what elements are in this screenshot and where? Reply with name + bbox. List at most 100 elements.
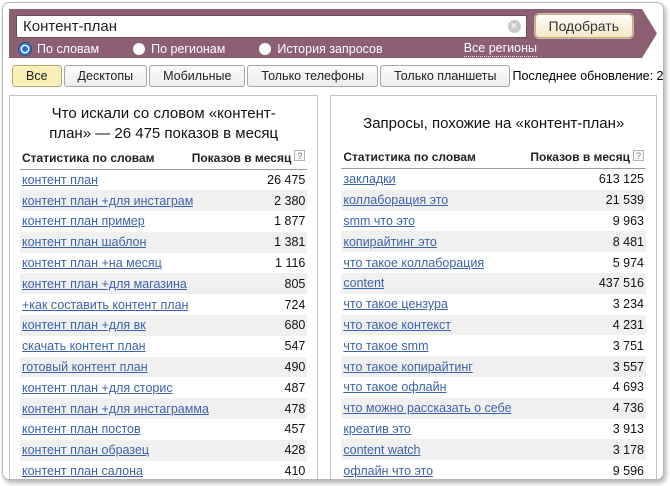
keyword-link[interactable]: креатив это bbox=[343, 422, 411, 436]
keyword-link[interactable]: что такое офлайн bbox=[343, 380, 446, 394]
impressions-value: 613 125 bbox=[591, 172, 644, 186]
table-row: что такое офлайн4 693 bbox=[341, 377, 646, 398]
all-regions-link[interactable]: Все регионы bbox=[464, 41, 537, 57]
keyword-link[interactable]: закладки bbox=[343, 172, 395, 186]
table-row: контент план +для магазина 805 bbox=[20, 273, 307, 294]
keyword-link[interactable]: контент план шаблон bbox=[22, 235, 146, 249]
table-row: готовый контент план490 bbox=[20, 357, 307, 378]
table-row: контент план шаблон1 381 bbox=[20, 232, 307, 253]
table-row: контент план салона 410 bbox=[20, 461, 307, 480]
submit-button[interactable]: Подобрать bbox=[535, 14, 634, 38]
keyword-link[interactable]: контент план +на месяц bbox=[22, 256, 162, 270]
impressions-value: 410 bbox=[277, 464, 306, 478]
impressions-value: 3 557 bbox=[605, 360, 644, 374]
impressions-value: 724 bbox=[277, 298, 306, 312]
table-row: контент план +для инстаграмма 478 bbox=[20, 398, 307, 419]
impressions-value: 9 963 bbox=[605, 214, 644, 228]
table-row: контент план +для инстаграм2 380 bbox=[20, 190, 307, 211]
keyword-link[interactable]: что такое коллаборация bbox=[343, 256, 484, 270]
help-icon[interactable]: ? bbox=[633, 150, 644, 161]
tab-мобильные[interactable]: Мобильные bbox=[149, 65, 245, 87]
keyword-link[interactable]: content watch bbox=[343, 443, 420, 457]
search-modes: По словам По регионам История запросов Все … bbox=[16, 41, 633, 57]
tab-все[interactable]: Все bbox=[12, 65, 62, 87]
radio-icon[interactable] bbox=[259, 43, 271, 55]
impressions-value: 4 736 bbox=[605, 401, 644, 415]
keyword-link[interactable]: +как составить контент план bbox=[22, 298, 188, 312]
panel-title: Что искали со словом «контент-план» — 26… bbox=[20, 102, 307, 149]
table-row: контент план пример 1 877 bbox=[20, 211, 307, 232]
panel-searched-with-word: Что искали со словом «контент-план» — 26… bbox=[9, 95, 318, 480]
keyword-link[interactable]: что можно рассказать о себе bbox=[343, 401, 511, 415]
keyword-link[interactable]: что такое smm bbox=[343, 339, 428, 353]
keyword-link[interactable]: контент план пример bbox=[22, 214, 145, 228]
keyword-link[interactable]: smm что это bbox=[343, 214, 415, 228]
table-row: что такое коллаборация 5 974 bbox=[341, 252, 646, 273]
tab-десктопы[interactable]: Десктопы bbox=[64, 65, 148, 87]
keyword-link[interactable]: копирайтинг это bbox=[343, 235, 436, 249]
table-row: контент план образец428 bbox=[20, 440, 307, 461]
table-row: креатив это 3 913 bbox=[341, 419, 646, 440]
mode-radio-0[interactable]: По словам bbox=[19, 42, 99, 56]
impressions-value: 437 516 bbox=[591, 276, 644, 290]
mode-radio-2[interactable]: История запросов bbox=[259, 42, 382, 56]
impressions-value: 3 178 bbox=[605, 443, 644, 457]
mode-label: По регионам bbox=[151, 42, 225, 56]
table-header: Статистика по словам Показов в месяц ? bbox=[20, 149, 307, 170]
table-row: что такое контекст 4 231 bbox=[341, 315, 646, 336]
keyword-link[interactable]: коллаборация это bbox=[343, 193, 448, 207]
keyword-link[interactable]: контент план +для магазина bbox=[22, 277, 187, 291]
table-row: закладки 613 125 bbox=[341, 169, 646, 190]
search-header-bar: ✕ Подобрать По словам По регионам История … bbox=[9, 9, 657, 58]
mode-radio-1[interactable]: По регионам bbox=[133, 42, 225, 56]
keyword-link[interactable]: скачать контент план bbox=[22, 339, 146, 353]
keyword-link[interactable]: контент план +для инстаграм bbox=[22, 194, 193, 208]
help-icon[interactable]: ? bbox=[294, 150, 305, 161]
impressions-value: 680 bbox=[277, 318, 306, 332]
impressions-value: 5 974 bbox=[605, 256, 644, 270]
keyword-link[interactable]: что такое копирайтинг bbox=[343, 360, 472, 374]
keyword-table: закладки613 125коллаборация это21 539smm… bbox=[341, 169, 646, 480]
keyword-link[interactable]: офлайн что это bbox=[343, 464, 433, 478]
table-row: smm что это 9 963 bbox=[341, 211, 646, 232]
keyword-link[interactable]: контент план образец bbox=[22, 443, 149, 457]
keyword-link[interactable]: контент план +для инстаграмма bbox=[22, 402, 209, 416]
last-update-text: Последнее обновление: 26.05.2022 bbox=[512, 69, 664, 83]
tab-только-планшеты[interactable]: Только планшеты bbox=[380, 65, 510, 87]
radio-icon[interactable] bbox=[133, 43, 145, 55]
keyword-link[interactable]: контент план +для сторис bbox=[22, 381, 173, 395]
table-row: контент план +для вк 680 bbox=[20, 315, 307, 336]
impressions-value: 805 bbox=[277, 277, 306, 291]
impressions-value: 478 bbox=[277, 402, 306, 416]
clear-input-icon[interactable]: ✕ bbox=[508, 20, 521, 33]
table-row: контент план +на месяц 1 116 bbox=[20, 253, 307, 274]
impressions-value: 3 234 bbox=[605, 297, 644, 311]
impressions-value: 1 877 bbox=[266, 214, 305, 228]
keyword-link[interactable]: контент план +для вк bbox=[22, 318, 146, 332]
keyword-link[interactable]: готовый контент план bbox=[22, 360, 148, 374]
impressions-value: 3 913 bbox=[605, 422, 644, 436]
radio-icon[interactable] bbox=[19, 43, 31, 55]
table-row: контент план +для сторис 487 bbox=[20, 377, 307, 398]
keyword-link[interactable]: что такое контекст bbox=[343, 318, 451, 332]
keyword-link[interactable]: контент план постов bbox=[22, 422, 141, 436]
impressions-value: 4 231 bbox=[605, 318, 644, 332]
impressions-value: 3 751 bbox=[605, 339, 644, 353]
impressions-value: 1 116 bbox=[267, 256, 305, 270]
table-row: скачать контент план547 bbox=[20, 336, 307, 357]
table-row: +как составить контент план 724 bbox=[20, 294, 307, 315]
keyword-link[interactable]: контент план салона bbox=[22, 464, 143, 478]
column-impressions: Показов в месяц ? bbox=[530, 150, 644, 164]
keyword-link[interactable]: что такое цензура bbox=[343, 297, 448, 311]
device-tabs: ВсеДесктопыМобильныеТолько телефоныТольк… bbox=[9, 65, 657, 87]
column-keyword-label: Статистика по словам bbox=[22, 151, 155, 165]
column-keyword-label: Статистика по словам bbox=[343, 150, 476, 164]
keyword-link[interactable]: контент план bbox=[22, 173, 98, 187]
impressions-value: 487 bbox=[277, 381, 306, 395]
search-input[interactable] bbox=[16, 15, 527, 38]
keyword-table: контент план26 475контент план +для инст… bbox=[20, 170, 307, 481]
column-impressions-label: Показов в месяц bbox=[530, 150, 630, 164]
keyword-link[interactable]: content bbox=[343, 276, 384, 290]
impressions-value: 9 596 bbox=[605, 464, 644, 478]
tab-только-телефоны[interactable]: Только телефоны bbox=[247, 65, 378, 87]
